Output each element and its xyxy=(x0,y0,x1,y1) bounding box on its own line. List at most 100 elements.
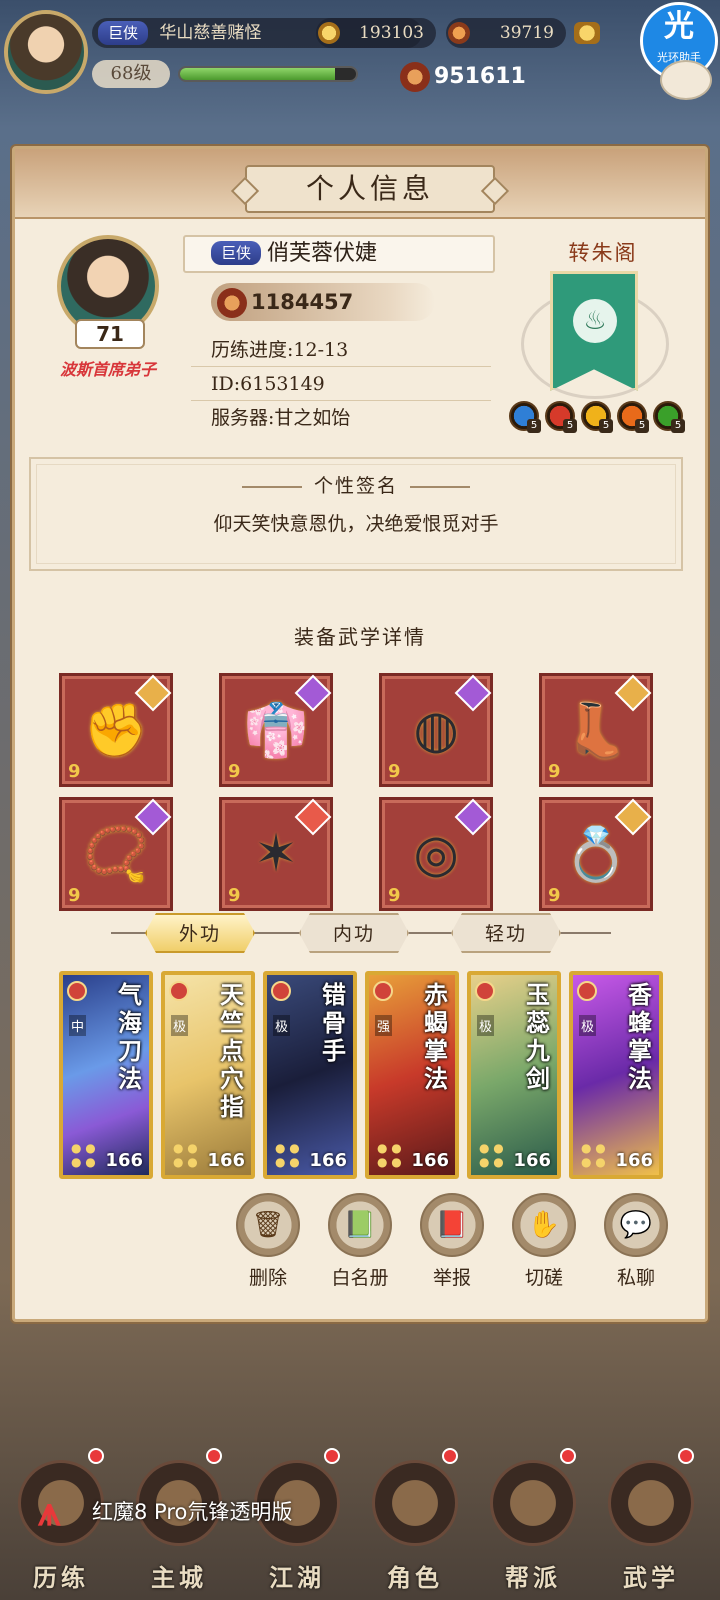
delete-button[interactable]: 🗑 删除 xyxy=(223,1193,313,1290)
tab-inner[interactable]: 内功 xyxy=(299,913,409,953)
skill-card[interactable]: 气海刀法 中 ● ● ● ● 166 xyxy=(59,971,153,1179)
nav-item-5[interactable]: 武学 xyxy=(596,1440,706,1600)
water-element-icon[interactable]: 5 xyxy=(509,401,541,433)
skill-name: 玉蕊九剑 xyxy=(526,980,550,1093)
skill-level: 166 xyxy=(309,1150,347,1171)
skill-grade: 中 xyxy=(69,1015,87,1036)
private-chat-icon: 💬 xyxy=(604,1193,668,1257)
notification-dot xyxy=(560,1448,576,1464)
skill-card[interactable]: 错骨手 极 ● ● ● ● 166 xyxy=(263,971,357,1179)
profile-power-value: 1184457 xyxy=(251,290,354,314)
element-level: 5 xyxy=(527,419,541,433)
skill-level: 166 xyxy=(207,1150,245,1171)
skill-star-icons: ● ● ● ● xyxy=(377,1141,402,1169)
skill-card[interactable]: 玉蕊九剑 极 ● ● ● ● 166 xyxy=(467,971,561,1179)
equip-slot-gauntlet[interactable]: ✊ 9 xyxy=(59,673,173,787)
element-level: 5 xyxy=(671,419,685,433)
skill-type-icon xyxy=(169,981,189,1001)
spar-button[interactable]: ✋ 切磋 xyxy=(499,1193,589,1290)
equip-level: 9 xyxy=(228,885,241,906)
device-watermark: 红魔8 Pro氘锋透明版 xyxy=(92,1500,293,1524)
private-chat-label: 私聊 xyxy=(616,1267,655,1289)
profile-rank-badge: 巨侠 xyxy=(211,241,262,265)
assistant-logo-icon: 光 xyxy=(664,9,694,44)
equip-slot-necklace[interactable]: 📿 9 xyxy=(59,797,173,911)
equip-slot-belt[interactable]: ◍ 9 xyxy=(379,673,493,787)
signature-text: 仰天笑快意恩仇，决绝爱恨觅对手 xyxy=(213,513,499,535)
nav-item-3[interactable]: 角色 xyxy=(360,1440,470,1600)
ingot-icon xyxy=(448,22,470,44)
notification-dot xyxy=(88,1448,104,1464)
tab-lightness[interactable]: 轻功 xyxy=(451,913,561,953)
equipment-title: 装备武学详情 xyxy=(294,625,426,649)
element-level: 5 xyxy=(599,419,613,433)
skill-card[interactable]: 赤蝎掌法 强 ● ● ● ● 166 xyxy=(365,971,459,1179)
skill-type-icon xyxy=(271,981,291,1001)
tab-outer[interactable]: 外功 xyxy=(145,913,255,953)
sect-name: 转朱阁 xyxy=(568,241,638,265)
equip-slot-bracelet[interactable]: ◎ 9 xyxy=(379,797,493,911)
notification-dot xyxy=(206,1448,222,1464)
player-avatar[interactable] xyxy=(4,10,88,94)
skill-level: 166 xyxy=(411,1150,449,1171)
whitelist-button[interactable]: 📗 白名册 xyxy=(315,1193,405,1290)
skill-name: 天竺点穴指 xyxy=(220,980,244,1121)
equip-level: 9 xyxy=(388,761,401,782)
profile-name: 俏芙蓉伏婕 xyxy=(267,241,378,266)
nav-item-4[interactable]: 帮派 xyxy=(478,1440,588,1600)
report-label: 举报 xyxy=(432,1267,471,1289)
gold-ingot-icon[interactable] xyxy=(574,22,600,44)
element-level: 5 xyxy=(563,419,577,433)
report-button[interactable]: 📕 举报 xyxy=(407,1193,497,1290)
skill-type-icon xyxy=(373,981,393,1001)
nav-icon xyxy=(608,1460,694,1546)
skill-type-icon xyxy=(67,981,87,1001)
skill-card[interactable]: 天竺点穴指 极 ● ● ● ● 166 xyxy=(161,971,255,1179)
skill-grade: 极 xyxy=(273,1015,291,1036)
profile-name-box: 巨侠 俏芙蓉伏婕 xyxy=(183,235,495,273)
wood-element-icon[interactable]: 5 xyxy=(653,401,685,433)
panel-title: 个人信息 xyxy=(245,165,495,213)
progress-line: 历练进度:12-13 xyxy=(191,333,491,367)
equip-level: 9 xyxy=(68,761,81,782)
top-status-bar: 巨侠 华山慈善赌怪 193103 39719 68级 951611 光 光环助手 xyxy=(0,0,720,110)
nav-label: 武学 xyxy=(623,1563,679,1592)
panel-header: 个人信息 xyxy=(15,149,705,219)
currency2-amount: 39719 xyxy=(499,23,554,43)
profile-level: 71 xyxy=(75,319,145,349)
copper-coin-icon xyxy=(318,22,340,44)
nav-label: 历练 xyxy=(33,1563,89,1592)
equip-level: 9 xyxy=(228,761,241,782)
spar-label: 切磋 xyxy=(524,1267,563,1289)
whitelist-icon: 📗 xyxy=(328,1193,392,1257)
equip-slot-ring[interactable]: 💍 9 xyxy=(539,797,653,911)
private-chat-button[interactable]: 💬 私聊 xyxy=(591,1193,681,1290)
nav-icon xyxy=(490,1460,576,1546)
server-line: 服务器:甘之如饴 xyxy=(211,407,351,429)
notification-dot xyxy=(442,1448,458,1464)
equip-level: 9 xyxy=(68,885,81,906)
equip-slot-hairpin[interactable]: ✶ 9 xyxy=(219,797,333,911)
exp-bar xyxy=(178,66,358,82)
equip-level: 9 xyxy=(548,885,561,906)
nav-label: 江湖 xyxy=(269,1563,325,1592)
skill-type-icon xyxy=(475,981,495,1001)
skill-grade: 极 xyxy=(579,1015,597,1036)
skill-star-icons: ● ● ● ● xyxy=(71,1141,96,1169)
skill-level: 166 xyxy=(105,1150,143,1171)
sun-element-icon[interactable]: 5 xyxy=(581,401,613,433)
equip-slot-boots[interactable]: 👢 9 xyxy=(539,673,653,787)
chat-bubble-icon[interactable] xyxy=(660,60,712,100)
copper-amount: 193103 xyxy=(359,23,424,43)
signature-box: 个性签名 仰天笑快意恩仇，决绝爱恨觅对手 xyxy=(29,457,683,571)
skill-name: 气海刀法 xyxy=(118,980,142,1093)
fire-element-icon[interactable]: 5 xyxy=(545,401,577,433)
blaze-element-icon[interactable]: 5 xyxy=(617,401,649,433)
equip-slot-robe[interactable]: 👘 9 xyxy=(219,673,333,787)
skill-card[interactable]: 香蜂掌法 极 ● ● ● ● 166 xyxy=(569,971,663,1179)
element-row: 5 5 5 5 5 xyxy=(509,401,689,435)
nav-label: 角色 xyxy=(387,1563,443,1592)
player-name: 华山慈善赌怪 xyxy=(159,23,262,43)
player-level: 68级 xyxy=(92,60,170,88)
skill-grade: 强 xyxy=(375,1015,393,1036)
